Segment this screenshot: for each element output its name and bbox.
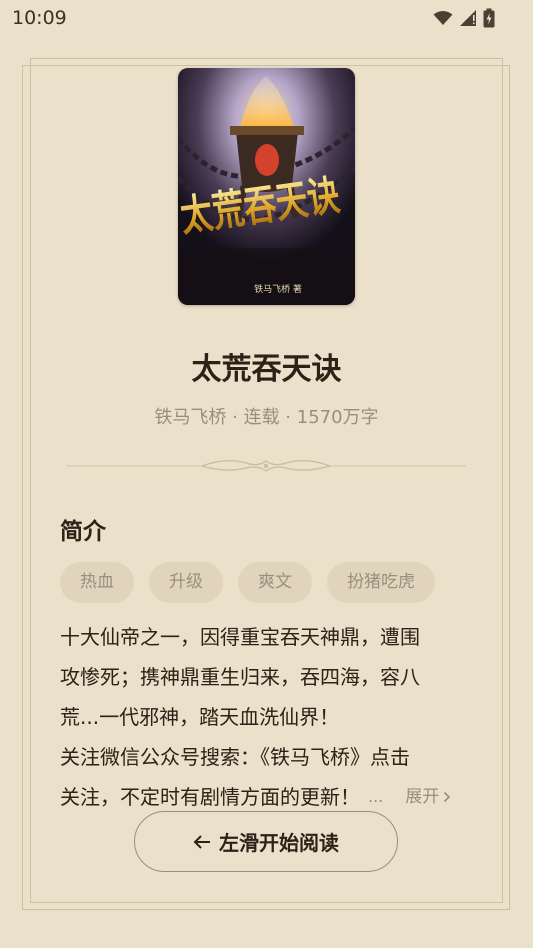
description-line: 攻惨死；携神鼎重生归来，吞四海，容八 (60, 665, 420, 689)
start-reading-button[interactable]: 左滑开始阅读 (134, 811, 398, 872)
description-line: 荒...一代邪神，踏天血洗仙界！ (60, 705, 340, 729)
status-icons (433, 8, 495, 28)
arrow-left-icon (193, 834, 210, 849)
battery-icon (483, 8, 495, 28)
status-bar: 10:09 (0, 0, 533, 36)
tag-chip[interactable]: 扮猪吃虎 (327, 562, 435, 603)
book-cover-art: 太荒吞天诀 铁马飞桥 著 (178, 68, 355, 305)
description-line: 关注微信公众号搜索：《铁马飞桥》点击 (60, 745, 410, 769)
description-line: 十大仙帝之一，因得重宝吞天神鼎，遭围 (60, 625, 420, 649)
book-cover[interactable]: 太荒吞天诀 铁马飞桥 著 (178, 68, 355, 305)
ornamental-divider (66, 459, 466, 472)
tag-chip[interactable]: 爽文 (238, 562, 312, 603)
cover-author-art: 铁马飞桥 著 (254, 283, 302, 295)
intro-heading: 简介 (60, 519, 106, 545)
start-reading-label: 左滑开始阅读 (219, 831, 339, 855)
tag-list: 热血 升级 爽文 扮猪吃虎 (60, 562, 435, 603)
tag-chip[interactable]: 热血 (60, 562, 134, 603)
chevron-right-icon (444, 791, 451, 803)
intro-description: 十大仙帝之一，因得重宝吞天神鼎，遭围 攻惨死；携神鼎重生归来，吞四海，容八 荒.… (60, 617, 472, 817)
tag-chip[interactable]: 升级 (149, 562, 223, 603)
book-title: 太荒吞天诀 (191, 352, 342, 387)
expand-label: 展开 (405, 787, 440, 807)
expand-button[interactable]: 展开 (405, 777, 451, 817)
wifi-icon (433, 11, 453, 25)
book-meta: 铁马飞桥 · 连载 · 1570万字 (154, 407, 379, 428)
status-time: 10:09 (12, 7, 67, 29)
signal-icon (460, 10, 476, 26)
